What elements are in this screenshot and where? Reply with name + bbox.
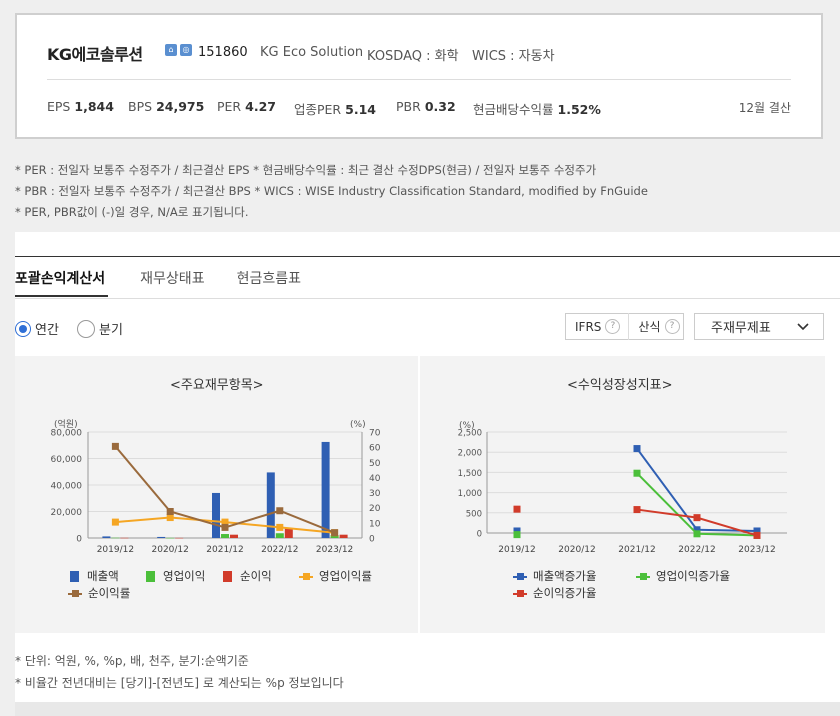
- bar: [102, 536, 111, 538]
- legend-label: 영업이익률: [319, 569, 372, 583]
- y-tick-label: 40,000: [51, 482, 83, 492]
- data-point: [111, 518, 119, 526]
- y-tick-label: 0: [477, 530, 482, 540]
- y-right-tick-label: 60: [369, 444, 381, 454]
- legend-item: 순이익증가율: [513, 585, 596, 601]
- y-right-tick-label: 50: [369, 459, 381, 469]
- y-right-tick-label: 20: [369, 504, 381, 514]
- y-tick-label: 1,000: [458, 489, 482, 499]
- data-point: [633, 445, 641, 453]
- bar: [339, 534, 348, 538]
- bar: [111, 537, 120, 539]
- legend-swatch: [513, 589, 527, 598]
- legend-item: 순이익: [223, 568, 272, 584]
- data-point: [276, 507, 284, 515]
- x-tick-label: 2021/12: [618, 545, 655, 555]
- legend-label: 매출액: [87, 569, 119, 583]
- bar: [212, 492, 220, 538]
- data-point: [166, 508, 174, 515]
- legend-swatch: [223, 570, 232, 582]
- x-tick-label: 2020/12: [152, 545, 189, 555]
- x-tick-label: 2019/12: [97, 545, 134, 555]
- y-right-tick-label: 0: [369, 535, 375, 545]
- bar: [157, 536, 166, 538]
- legend-item: 매출액: [70, 568, 119, 584]
- legend-label: 영업이익: [163, 569, 206, 583]
- legend-label: 순이익: [240, 569, 272, 583]
- bar: [230, 534, 238, 538]
- data-point: [513, 505, 521, 513]
- data-point: [753, 531, 761, 539]
- y-axis-label: (%): [459, 421, 475, 431]
- y-tick-label: 500: [466, 509, 482, 519]
- legend-label: 매출액증가율: [533, 569, 597, 583]
- bar: [321, 441, 330, 538]
- financial-items-chart: 0 20,000 40,000 60,000 80,000 0 10 20 30 40 50 60 70…: [51, 418, 787, 555]
- y-right-tick-label: 70: [369, 429, 381, 439]
- legend-swatch: [636, 572, 650, 581]
- legend-swatch: [68, 589, 82, 598]
- legend-label: 순이익증가율: [533, 586, 597, 600]
- legend-item: 매출액증가율: [513, 568, 596, 584]
- x-tick-label: 2021/12: [206, 545, 243, 555]
- bar: [120, 537, 129, 539]
- bar: [284, 528, 293, 538]
- legend-swatch: [513, 572, 527, 581]
- footnote-line: * 단위: 억원, %, %p, 배, 천주, 분기:순액기준: [15, 654, 249, 668]
- y-tick-label: 80,000: [51, 429, 83, 439]
- data-point: [693, 530, 701, 538]
- y-tick-label: 20,000: [51, 508, 83, 518]
- legend-swatch: [146, 570, 155, 582]
- legend-label: 영업이익증가율: [656, 569, 731, 583]
- x-tick-label: 2023/12: [738, 545, 775, 555]
- footnote-line: * 비율간 전년대비는 [당기]-[전년도] 로 계산되는 %p 정보입니다: [15, 676, 344, 690]
- series-line: [636, 472, 758, 537]
- data-point: [693, 514, 701, 522]
- footnotes: * 단위: 억원, %, %p, 배, 천주, 분기:순액기준 * 비율간 전년…: [15, 650, 344, 694]
- legend-label: 순이익률: [88, 586, 131, 600]
- bar: [266, 472, 275, 538]
- legend-item: 영업이익증가율: [636, 568, 730, 584]
- y-tick-label: 60,000: [51, 455, 83, 465]
- data-point: [276, 523, 284, 531]
- legend-item: 영업이익률: [299, 568, 372, 584]
- legend-item: 순이익률: [68, 585, 130, 601]
- y-right-tick-label: 40: [369, 474, 381, 484]
- data-point: [111, 442, 119, 450]
- y-axis-label: (억원): [54, 418, 78, 430]
- legend-swatch: [70, 570, 79, 582]
- x-tick-label: 2019/12: [498, 545, 535, 555]
- x-tick-label: 2023/12: [316, 545, 353, 555]
- bottom-strip: [15, 702, 840, 716]
- y-right-axis-label: (%): [350, 420, 366, 430]
- data-point: [331, 529, 339, 537]
- y-right-tick-label: 30: [369, 489, 381, 499]
- data-point: [166, 514, 174, 522]
- bar: [166, 537, 175, 539]
- data-point: [633, 469, 641, 477]
- legend-item: 영업이익: [146, 568, 205, 584]
- bar: [175, 537, 184, 539]
- data-point: [633, 506, 641, 514]
- legend-swatch: [299, 572, 313, 581]
- bar: [275, 533, 284, 538]
- data-point: [221, 523, 229, 531]
- bar: [221, 534, 229, 538]
- data-point: [513, 531, 521, 539]
- x-tick-label: 2022/12: [678, 545, 715, 555]
- y-tick-label: 1,500: [458, 469, 482, 479]
- x-tick-label: 2022/12: [261, 545, 298, 555]
- y-tick-label: 0: [76, 535, 82, 545]
- y-tick-label: 2,000: [458, 449, 482, 459]
- y-right-tick-label: 10: [369, 519, 381, 529]
- x-tick-label: 2020/12: [558, 545, 595, 555]
